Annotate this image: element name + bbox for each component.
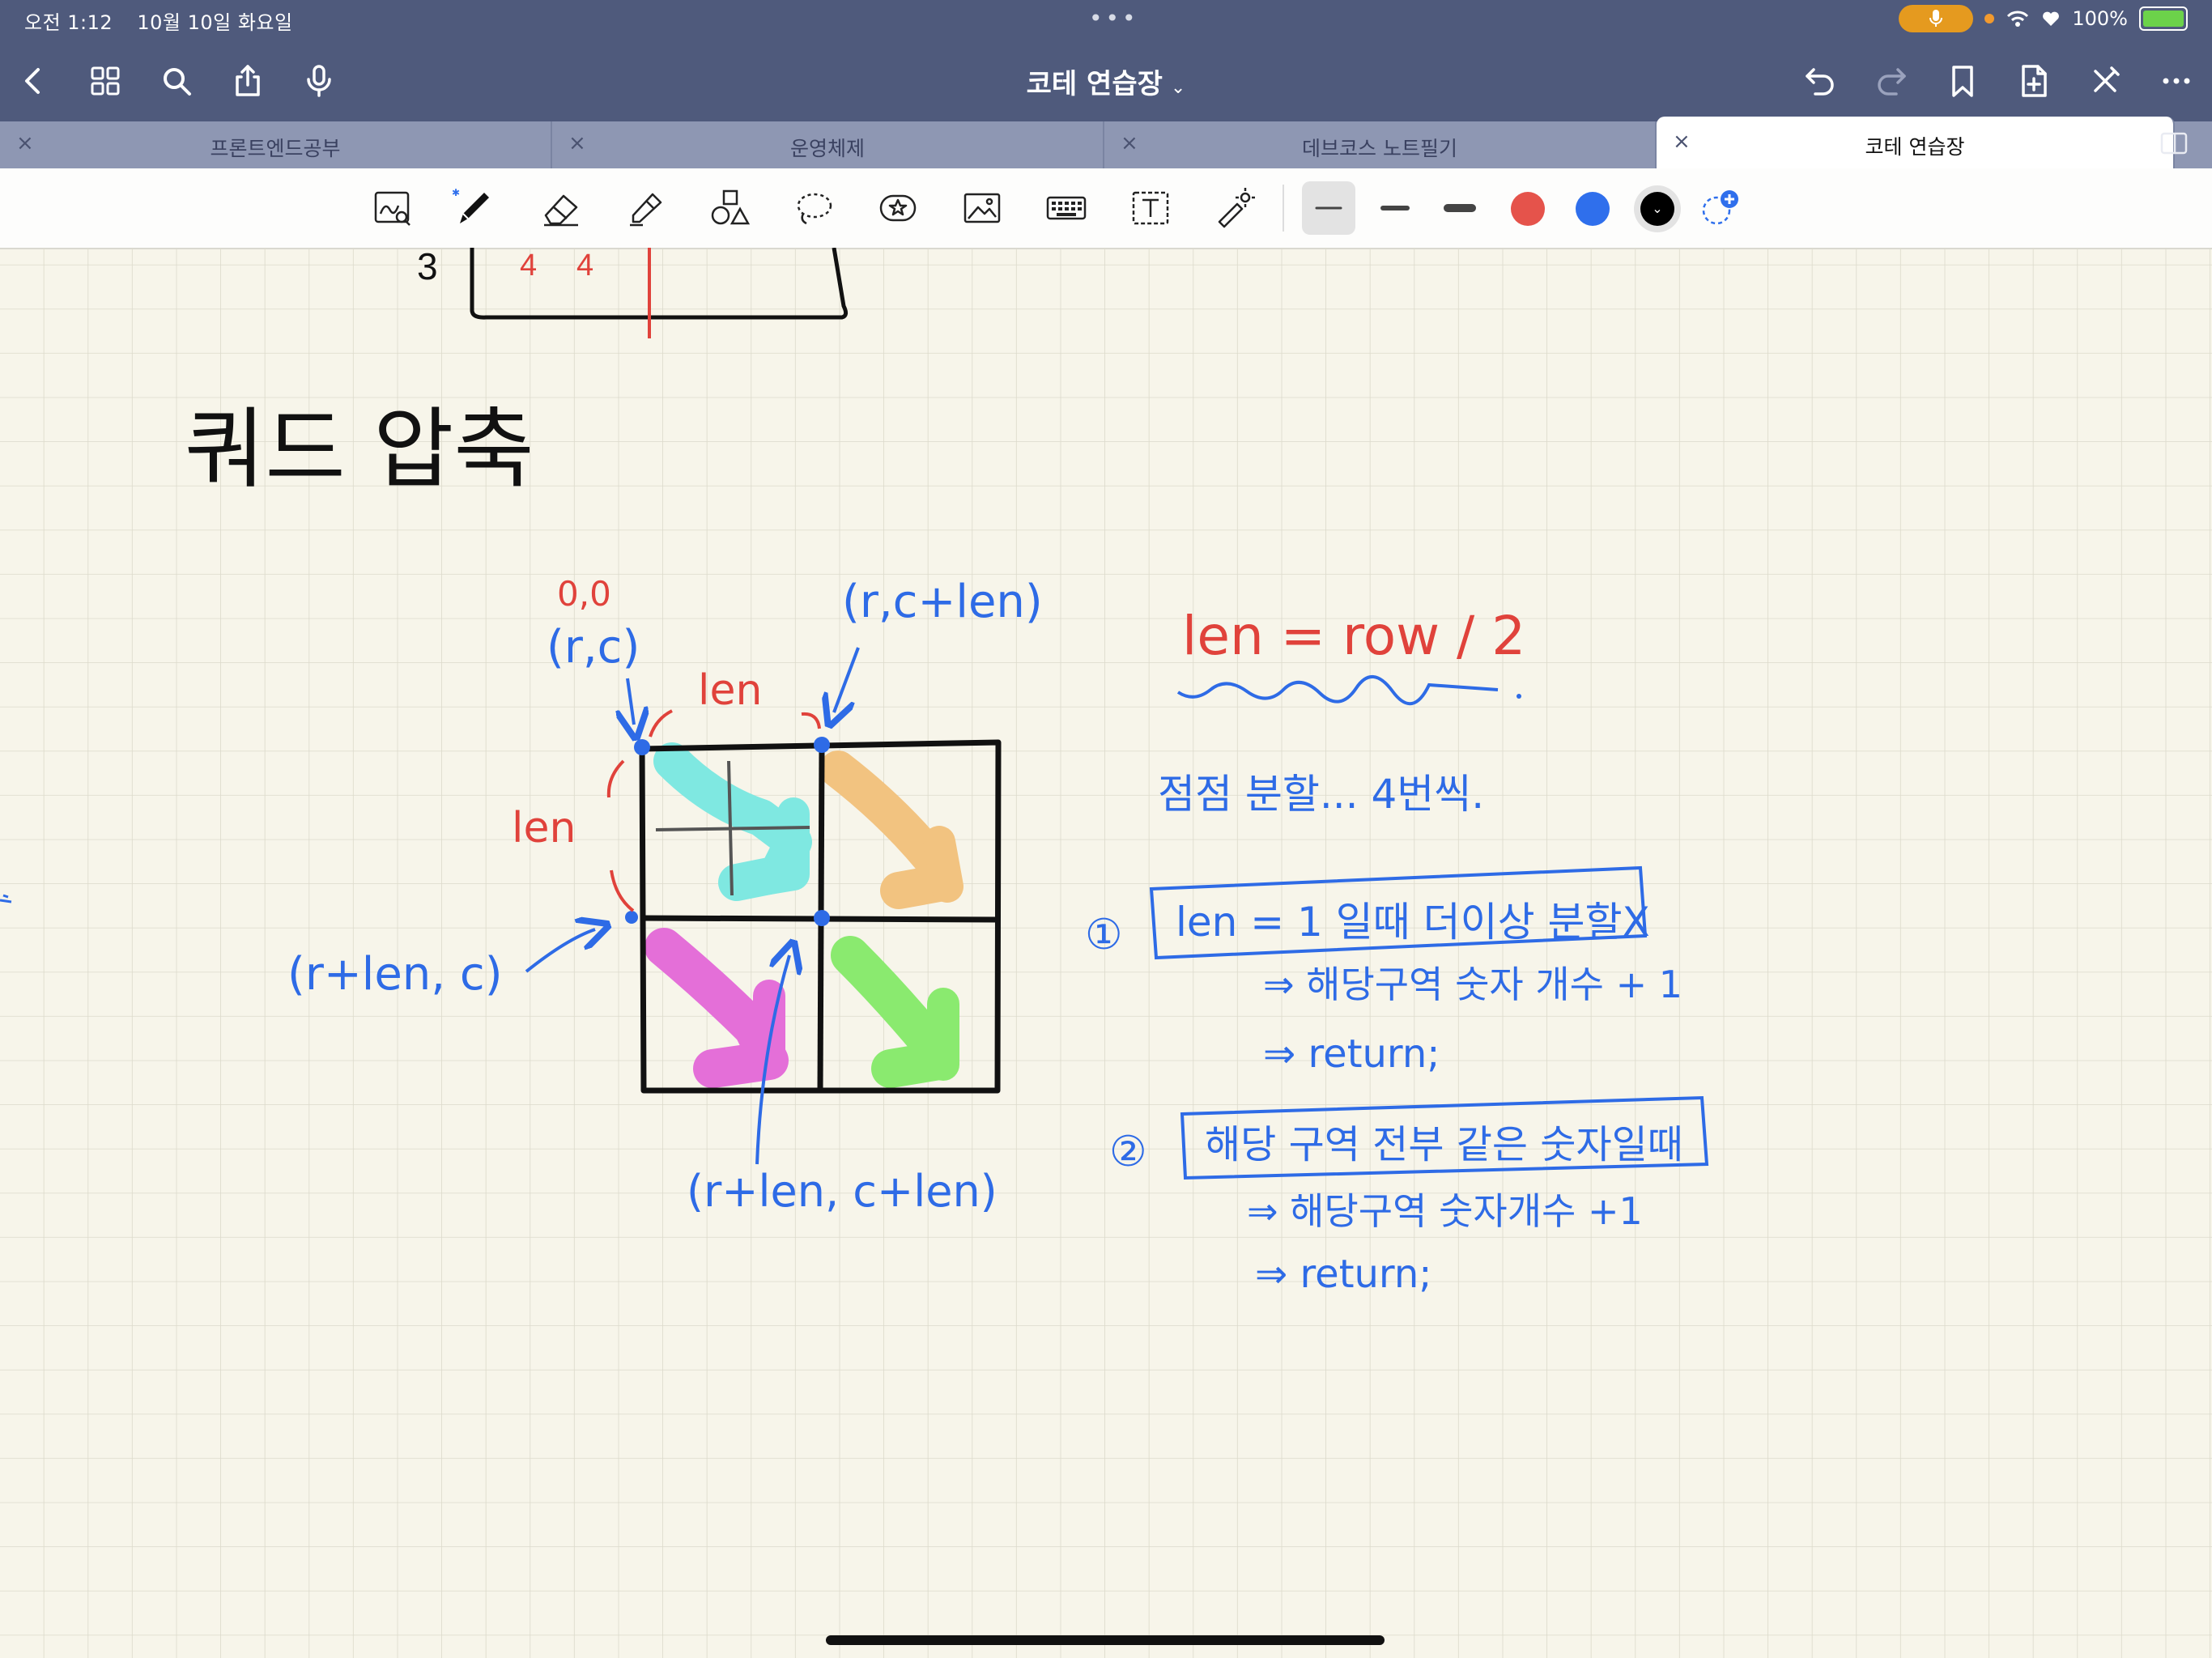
svg-text:✱: ✱	[452, 187, 460, 198]
split-view-icon[interactable]	[2160, 131, 2188, 155]
lasso-icon[interactable]	[787, 181, 840, 235]
tab-devcourse[interactable]: × 데브코스 노트필기	[1104, 121, 1657, 168]
formula-text: len = row / 2	[1182, 605, 1525, 667]
stroke-medium-icon[interactable]	[1368, 181, 1422, 235]
chevron-down-icon: ⌄	[1170, 78, 1186, 98]
len-left-label: len	[512, 804, 576, 852]
wifi-icon	[2007, 11, 2029, 27]
more-icon[interactable]	[2154, 58, 2199, 104]
rc-len-label: (r,c+len)	[842, 576, 1043, 628]
add-color-icon[interactable]	[1700, 188, 1741, 228]
color-blue-swatch[interactable]	[1576, 192, 1610, 226]
formula-dot	[1516, 694, 1521, 699]
home-indicator[interactable]	[826, 1635, 1385, 1645]
rlen-c-label: (r+len, c)	[287, 948, 503, 1001]
share-icon[interactable]	[225, 58, 270, 104]
mic-icon[interactable]	[296, 58, 342, 104]
navigation-bar: 코테 연습장 ⌄	[0, 40, 2212, 121]
redo-icon[interactable]	[1869, 58, 1914, 104]
bookmark-icon[interactable]	[1940, 58, 1985, 104]
keyboard-icon[interactable]	[1040, 181, 1093, 235]
rule1-step-b: ⇒ return;	[1263, 1031, 1440, 1077]
rule1-number: ①	[1085, 911, 1123, 959]
search-icon[interactable]	[154, 58, 199, 104]
undo-icon[interactable]	[1797, 58, 1843, 104]
multitasking-dots[interactable]: •••	[1089, 5, 1139, 32]
prev-table-val-c: 3	[417, 248, 438, 287]
chevron-down-icon: ⌄	[1640, 192, 1674, 226]
status-time: 오전 1:12	[24, 11, 113, 34]
rule2-text: 해당 구역 전부 같은 숫자일때	[1205, 1122, 1683, 1167]
color-black-selected[interactable]: ⌄	[1634, 185, 1681, 232]
note-canvas[interactable]: 4 4 3 쿼드 압축 len len 0,0 (r,c) (r,c+len) …	[0, 248, 2212, 1658]
tab-os[interactable]: × 운영체제	[552, 121, 1104, 168]
color-red-swatch[interactable]	[1511, 192, 1545, 226]
drawing-toolbar: ✱ ⌄	[0, 168, 2212, 249]
eraser-icon[interactable]	[534, 181, 588, 235]
sticker-icon[interactable]	[871, 181, 925, 235]
origin-label: 0,0	[557, 574, 611, 614]
text-icon[interactable]	[1124, 181, 1177, 235]
mic-indicator-icon	[1899, 5, 1974, 32]
grid-icon[interactable]	[83, 58, 128, 104]
tab-coding-test[interactable]: × 코테 연습장	[1657, 117, 2175, 168]
heart-icon	[2043, 11, 2060, 26]
rule2-step-a: ⇒ 해당구역 숫자개수 +1	[1247, 1189, 1643, 1233]
len-top-label: len	[698, 666, 762, 715]
rlen-clen-label: (r+len, c+len)	[687, 1166, 998, 1217]
shapes-icon[interactable]	[703, 181, 756, 235]
privacy-dot-icon	[1984, 14, 1995, 23]
prev-table-val-b: 4	[576, 249, 593, 283]
tab-frontend[interactable]: × 프론트엔드공부	[0, 121, 552, 168]
rule1-step-a: ⇒ 해당구역 숫자 개수 + 1	[1263, 963, 1682, 1006]
stroke-thin-icon[interactable]	[1302, 181, 1355, 235]
rule2-number: ②	[1109, 1128, 1147, 1176]
close-icon[interactable]	[2082, 58, 2128, 104]
page-heading: 쿼드 압축	[185, 399, 534, 500]
pen-icon[interactable]: ✱	[447, 181, 500, 235]
battery-icon	[2139, 6, 2188, 31]
toolbar-divider	[1283, 185, 1284, 232]
tab-bar: × 프론트엔드공부 × 운영체제 × 데브코스 노트필기 × 코테 연습장	[0, 117, 2212, 168]
image-icon[interactable]	[955, 181, 1009, 235]
highlighter-icon[interactable]	[619, 181, 672, 235]
rule1-text: len = 1 일때 더이상 분할X	[1176, 899, 1650, 946]
status-date: 10월 10일 화요일	[137, 11, 293, 34]
back-icon[interactable]	[11, 58, 57, 104]
status-bar: 오전 1:12 10월 10일 화요일 ••• 100%	[0, 0, 2212, 40]
rc-label: (r,c)	[547, 621, 640, 674]
zoom-window-icon[interactable]	[366, 181, 419, 235]
add-page-icon[interactable]	[2011, 58, 2057, 104]
battery-percent: 100%	[2072, 7, 2128, 30]
split-note: 점점 분할... 4번씩.	[1158, 771, 1484, 818]
stroke-thick-icon[interactable]	[1433, 181, 1487, 235]
rule2-step-b: ⇒ return;	[1255, 1252, 1431, 1297]
laser-pointer-icon[interactable]	[1208, 181, 1261, 235]
prev-table-val-a: 4	[520, 249, 537, 283]
